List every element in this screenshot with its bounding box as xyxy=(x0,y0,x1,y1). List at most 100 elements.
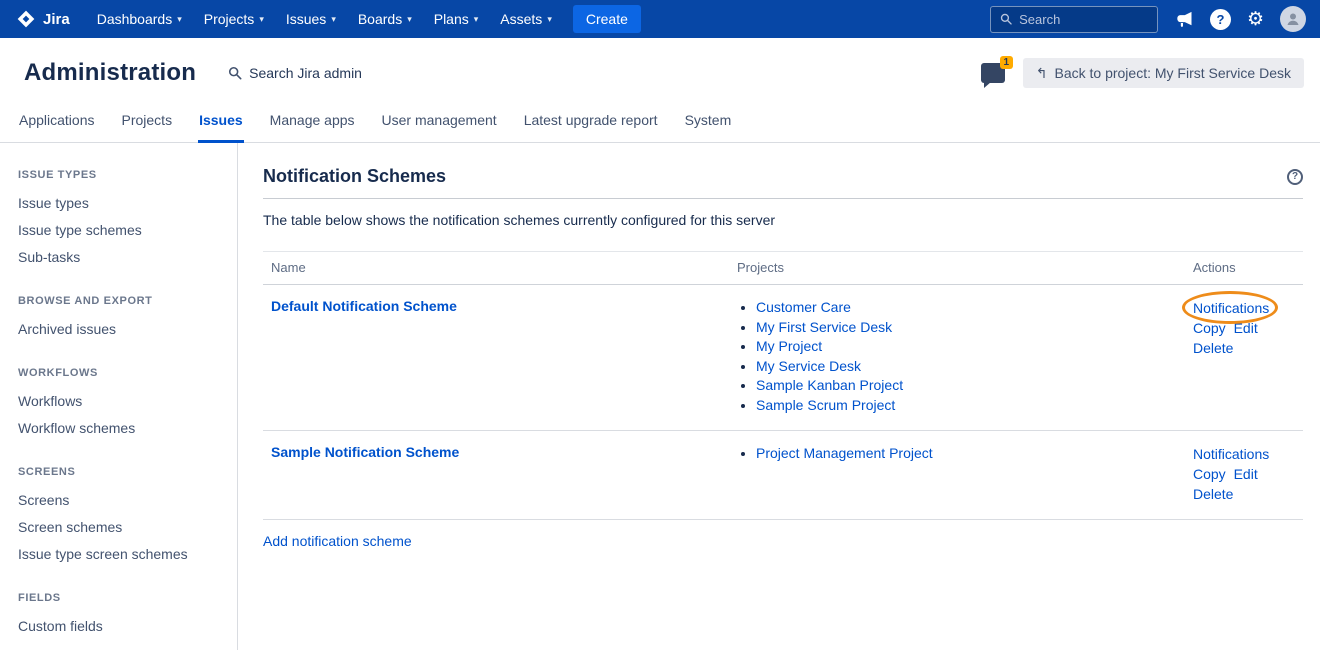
sidebar-item-screen-schemes[interactable]: Screen schemes xyxy=(18,514,225,541)
topnav-item-label: Boards xyxy=(358,11,402,27)
scheme-name-link[interactable]: Sample Notification Scheme xyxy=(271,444,459,460)
column-header-projects: Projects xyxy=(729,252,1185,285)
jira-logo-text: Jira xyxy=(43,11,70,28)
project-list-item: My Project xyxy=(756,337,1177,357)
person-icon xyxy=(1285,11,1301,27)
notification-badge: 1 xyxy=(1000,56,1013,69)
sidebar-item-issue-types[interactable]: Issue types xyxy=(18,190,225,217)
sidebar-section-workflows: WORKFLOWSWorkflowsWorkflow schemes xyxy=(18,367,225,442)
topnav-item-label: Dashboards xyxy=(97,11,173,27)
topnav-item-issues[interactable]: Issues ▾ xyxy=(275,0,347,38)
jira-logo[interactable]: Jira xyxy=(16,9,70,29)
table-row: Sample Notification Scheme Project Manage… xyxy=(263,431,1303,520)
tab-projects[interactable]: Projects xyxy=(121,104,174,143)
tab-manage-apps[interactable]: Manage apps xyxy=(269,104,356,143)
project-list-item: My Service Desk xyxy=(756,357,1177,377)
topnav-item-label: Issues xyxy=(286,11,326,27)
tab-latest-upgrade-report[interactable]: Latest upgrade report xyxy=(523,104,659,143)
admin-header: Administration Search Jira admin 1 ↰ Bac… xyxy=(0,38,1320,104)
column-header-name: Name xyxy=(263,252,729,285)
column-header-actions: Actions xyxy=(1185,252,1303,285)
notification-bubble-icon[interactable]: 1 xyxy=(981,63,1005,83)
feedback-megaphone-icon[interactable] xyxy=(1174,9,1194,29)
navbar-search-input[interactable] xyxy=(1019,12,1148,27)
help-icon[interactable]: ? xyxy=(1287,169,1303,185)
sidebar-section-heading: SCREENS xyxy=(18,466,225,478)
project-link[interactable]: Sample Scrum Project xyxy=(756,397,895,413)
project-link[interactable]: My Project xyxy=(756,338,822,354)
chevron-down-icon: ▾ xyxy=(331,14,336,25)
navbar-search[interactable] xyxy=(990,6,1158,33)
sidebar-item-issue-type-screen-schemes[interactable]: Issue type screen schemes xyxy=(18,541,225,568)
back-button-label: Back to project: My First Service Desk xyxy=(1054,65,1291,81)
action-link-delete[interactable]: Delete xyxy=(1193,486,1233,502)
tab-applications[interactable]: Applications xyxy=(18,104,96,143)
projects-cell: Project Management Project xyxy=(729,431,1185,520)
topnav-item-boards[interactable]: Boards ▾ xyxy=(347,0,423,38)
sidebar-item-issue-type-schemes[interactable]: Issue type schemes xyxy=(18,217,225,244)
project-link[interactable]: My First Service Desk xyxy=(756,319,892,335)
action-link-delete[interactable]: Delete xyxy=(1193,340,1233,356)
project-link[interactable]: Project Management Project xyxy=(756,445,933,461)
tab-system[interactable]: System xyxy=(684,104,733,143)
scheme-name-link[interactable]: Default Notification Scheme xyxy=(271,298,457,314)
add-notification-scheme-link[interactable]: Add notification scheme xyxy=(263,533,412,549)
action-link-edit[interactable]: Edit xyxy=(1234,466,1258,482)
sidebar-item-sub-tasks[interactable]: Sub-tasks xyxy=(18,244,225,271)
topnav-item-assets[interactable]: Assets ▾ xyxy=(489,0,563,38)
action-link-edit[interactable]: Edit xyxy=(1234,320,1258,336)
sidebar-section-heading: ISSUE TYPES xyxy=(18,169,225,181)
tab-user-management[interactable]: User management xyxy=(381,104,498,143)
top-navigation: Jira Dashboards▾Projects▾Issues▾Boards▾P… xyxy=(0,0,1320,38)
project-list: Project Management Project xyxy=(737,444,1177,464)
sidebar-section-browse-and-export: BROWSE AND EXPORTArchived issues xyxy=(18,295,225,343)
sidebar-item-screens[interactable]: Screens xyxy=(18,487,225,514)
avatar[interactable] xyxy=(1280,6,1306,32)
back-to-project-button[interactable]: ↰ Back to project: My First Service Desk xyxy=(1023,58,1304,88)
search-icon xyxy=(228,66,242,80)
admin-tabs: Applications Projects Issues Manage apps Use… xyxy=(0,104,1320,143)
jira-logo-icon xyxy=(16,9,36,29)
action-link-copy[interactable]: Copy xyxy=(1193,320,1226,336)
admin-search[interactable]: Search Jira admin xyxy=(228,65,362,81)
scheme-name-cell: Default Notification Scheme xyxy=(263,285,729,431)
section-title: Notification Schemes xyxy=(263,166,446,187)
project-link[interactable]: Sample Kanban Project xyxy=(756,377,903,393)
project-link[interactable]: My Service Desk xyxy=(756,358,861,374)
chevron-down-icon: ▾ xyxy=(474,14,479,25)
main-content: Notification Schemes ? The table below s… xyxy=(238,143,1320,650)
topnav-item-label: Assets xyxy=(500,11,542,27)
content-area: ISSUE TYPES Issue typesIssue type schemes… xyxy=(0,143,1320,650)
project-list-item: Sample Kanban Project xyxy=(756,376,1177,396)
sidebar-item-archived-issues[interactable]: Archived issues xyxy=(18,316,225,343)
create-button[interactable]: Create xyxy=(573,5,641,33)
topnav-items: Dashboards▾Projects▾Issues▾Boards▾Plans▾… xyxy=(86,0,563,38)
topnav-item-plans[interactable]: Plans▾ xyxy=(423,0,490,38)
sidebar-item-workflow-schemes[interactable]: Workflow schemes xyxy=(18,415,225,442)
search-icon xyxy=(1000,12,1012,26)
back-arrow-icon: ↰ xyxy=(1036,66,1048,80)
table-body: Default Notification Scheme Customer Care… xyxy=(263,285,1303,520)
topnav-item-projects[interactable]: Projects▾ xyxy=(193,0,275,38)
actions-cell: Notifications Copy Edit Delete xyxy=(1185,431,1303,520)
settings-gear-icon[interactable]: ⚙ xyxy=(1247,10,1264,29)
sidebar-item-workflows[interactable]: Workflows xyxy=(18,388,225,415)
action-link-notifications[interactable]: Notifications xyxy=(1193,446,1269,462)
projects-cell: Customer Care My First Service Desk My Pro… xyxy=(729,285,1185,431)
topnav-item-dashboards[interactable]: Dashboards ▾ xyxy=(86,0,193,38)
admin-header-actions: 1 ↰ Back to project: My First Service De… xyxy=(981,58,1304,88)
tab-issues[interactable]: Issues xyxy=(198,104,244,143)
chevron-down-icon: ▾ xyxy=(177,14,182,25)
chevron-down-icon: ▾ xyxy=(547,14,552,25)
action-link-copy[interactable]: Copy xyxy=(1193,466,1226,482)
section-description: The table below shows the notification s… xyxy=(263,212,1303,228)
annotation-ellipse: Notifications xyxy=(1193,298,1269,318)
sidebar-section-fields: FIELDSCustom fields xyxy=(18,592,225,640)
sidebar-item-custom-fields[interactable]: Custom fields xyxy=(18,613,225,640)
help-icon[interactable]: ? xyxy=(1210,9,1231,30)
chevron-down-icon: ▾ xyxy=(407,14,412,25)
topnav-item-label: Projects xyxy=(204,11,255,27)
action-link-notifications[interactable]: Notifications xyxy=(1193,300,1269,316)
sidebar: ISSUE TYPES Issue typesIssue type schemes… xyxy=(0,143,238,650)
project-link[interactable]: Customer Care xyxy=(756,299,851,315)
